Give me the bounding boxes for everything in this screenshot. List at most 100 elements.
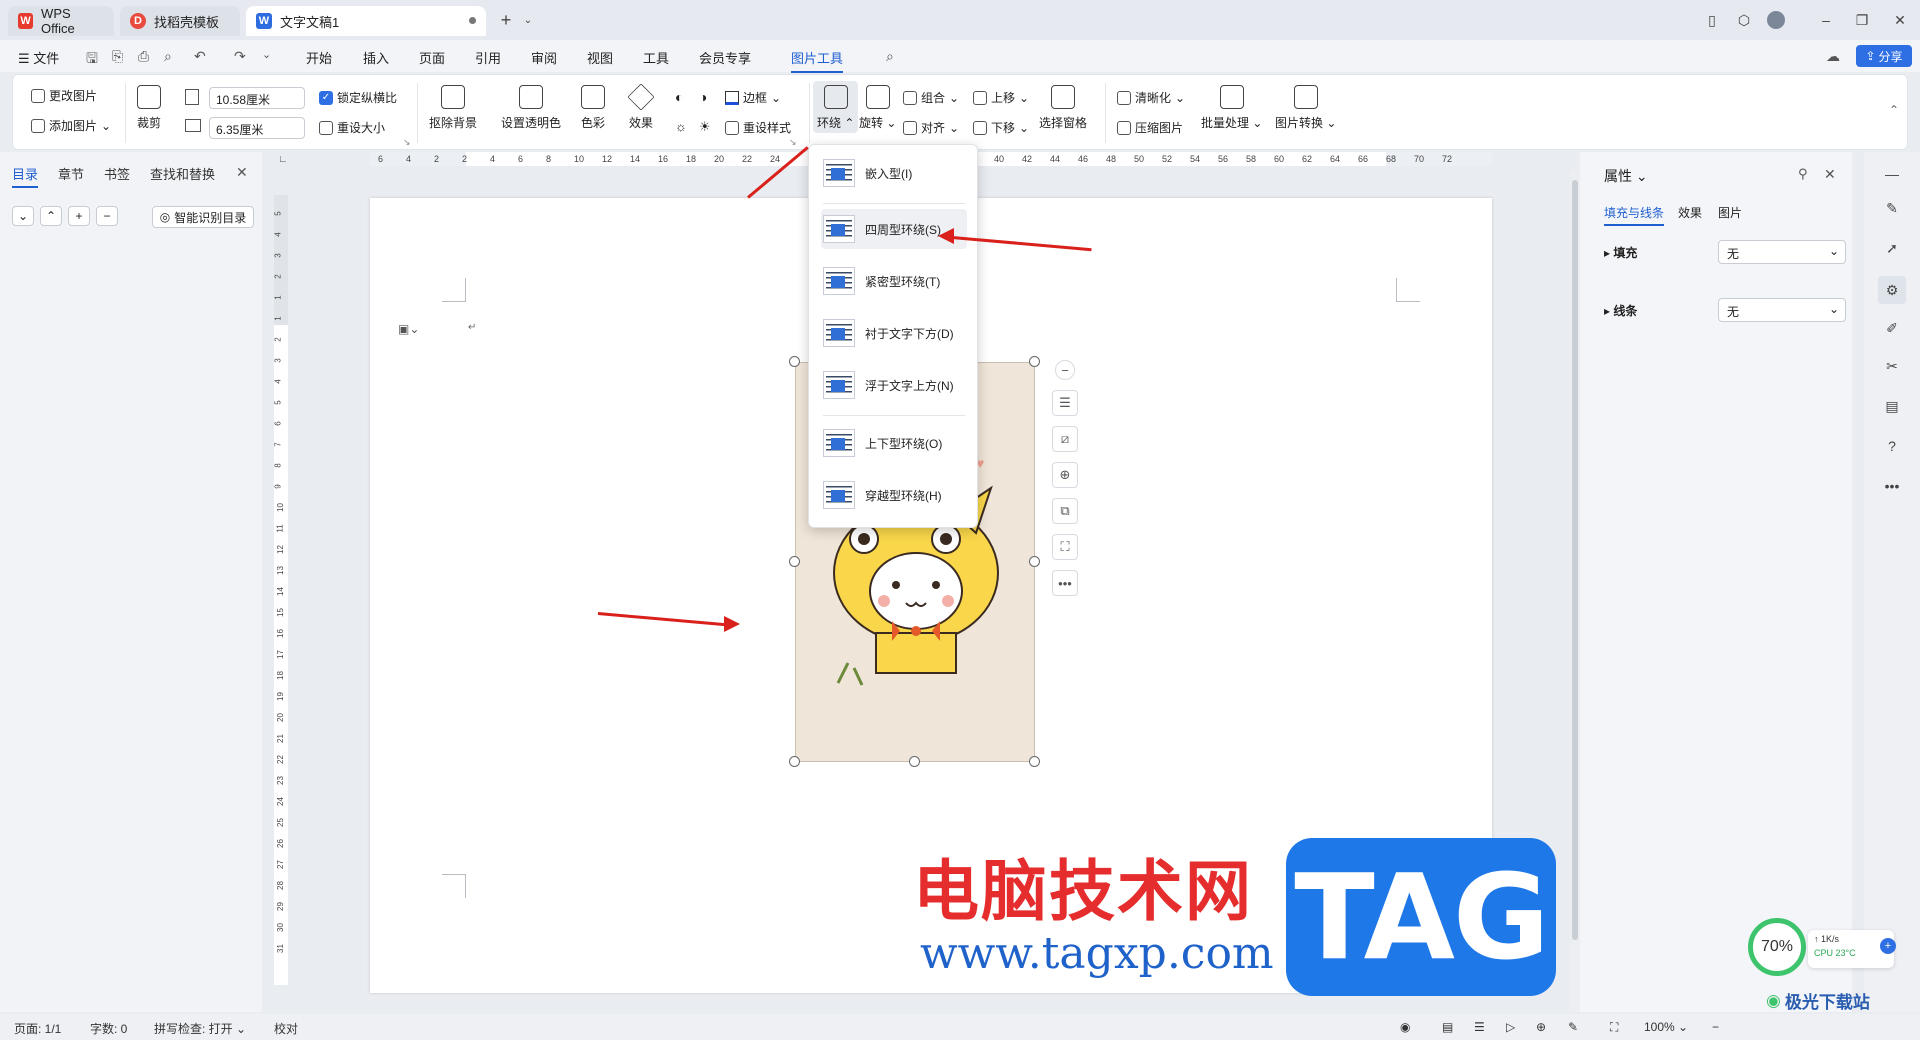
align-button[interactable]: 对齐 ⌄ — [903, 119, 959, 136]
more-icon[interactable]: ••• — [1882, 476, 1902, 496]
pin-icon[interactable]: ⚲ — [1798, 166, 1808, 182]
crop-quick-icon[interactable]: ⧄ — [1052, 426, 1078, 452]
copy-icon[interactable]: ⧉ — [1052, 498, 1078, 524]
line-section-toggle[interactable]: ▸ 线条 — [1604, 302, 1637, 319]
menu-insert[interactable]: 插入 — [363, 48, 389, 67]
book-icon[interactable]: ▤ — [1882, 396, 1902, 416]
reset-size-button[interactable]: 重设大小 — [319, 119, 385, 136]
resize-handle-e[interactable] — [1029, 556, 1040, 567]
wrap-button[interactable]: 环绕 ⌃ — [813, 81, 859, 133]
brightness-icon[interactable]: ◐ — [675, 89, 683, 105]
resize-handle-s[interactable] — [909, 756, 920, 767]
file-menu[interactable]: ☰ 文件 — [18, 48, 59, 67]
resize-handle-w[interactable] — [789, 556, 800, 567]
vertical-ruler[interactable]: 5 4 3 2 1 1 2 3 4 5 6 7 8 9 10 11 12 13 14 15 16 17 18 19 20 21 22… — [274, 195, 288, 985]
wrap-top-bottom-item[interactable]: 上下型环绕(O) — [821, 423, 967, 463]
tab-chapters[interactable]: 章节 — [58, 164, 84, 183]
sharpen-button[interactable]: 清晰化 ⌄ — [1117, 89, 1185, 106]
smart-toc-button[interactable]: ◎ 智能识别目录 — [152, 206, 254, 228]
remove-item-button[interactable]: − — [96, 206, 118, 226]
layout-icon[interactable]: ▯ — [1702, 10, 1722, 30]
collapse-toolbar-icon[interactable]: − — [1055, 360, 1075, 380]
menu-member[interactable]: 会员专享 — [699, 48, 751, 67]
crop-button[interactable]: 裁剪 — [137, 85, 161, 131]
print-icon[interactable]: ⎙ — [138, 48, 149, 65]
undo-icon[interactable]: ↶ — [194, 48, 206, 65]
tab-picture[interactable]: 图片 — [1718, 204, 1742, 221]
page-layout-icon[interactable]: ▣⌄ — [398, 322, 419, 336]
close-pane-icon[interactable]: ✕ — [236, 164, 248, 181]
tab-list-chevron-icon[interactable]: ⌄ — [518, 10, 538, 30]
page-view-icon[interactable]: ▤ — [1442, 1020, 1453, 1034]
zoom-level[interactable]: 100% ⌄ — [1644, 1020, 1688, 1034]
layout-options-icon[interactable]: ☰ — [1052, 390, 1078, 416]
fit-icon[interactable]: ⛶ — [1610, 1020, 1618, 1035]
cloud-icon[interactable]: ☁ — [1826, 48, 1840, 65]
bring-forward-button[interactable]: 上移 ⌄ — [973, 89, 1029, 106]
tab-docer-template[interactable]: D 找稻壳模板 — [120, 6, 240, 36]
system-monitor-widget[interactable]: 70% ↑ 1K/s CPU 23°C + — [1748, 918, 1898, 988]
wrap-tight-item[interactable]: 紧密型环绕(T) — [821, 261, 967, 301]
spell-check[interactable]: 拼写检查: 打开 ⌄ — [154, 1020, 246, 1037]
fill-select[interactable]: 无 ⌄ — [1718, 240, 1846, 264]
play-icon[interactable]: ▷ — [1506, 1020, 1515, 1034]
tab-wps-office[interactable]: W WPS Office — [8, 6, 114, 36]
ribbon-expand-icon[interactable]: ↘ — [789, 137, 797, 148]
menu-review[interactable]: 审阅 — [531, 48, 557, 67]
tools-icon[interactable]: ✂ — [1882, 356, 1902, 376]
selection-pane-button[interactable]: 选择窗格 — [1039, 85, 1087, 131]
resize-handle-se[interactable] — [1029, 756, 1040, 767]
search-icon[interactable]: ⌕ — [886, 48, 894, 65]
tab-stop-icon[interactable]: ∟ — [278, 154, 288, 165]
properties-title[interactable]: 属性 ⌄ — [1604, 166, 1648, 186]
more-chevron-icon[interactable]: ⌄ — [262, 48, 271, 61]
box-icon[interactable]: ⬡ — [1734, 10, 1754, 30]
collapse-up-button[interactable]: ⌃ — [40, 206, 62, 226]
ribbon-expand-icon[interactable]: ↘ — [403, 137, 411, 148]
outline-view-icon[interactable]: ☰ — [1474, 1020, 1485, 1034]
send-backward-button[interactable]: 下移 ⌄ — [973, 119, 1029, 136]
scrollbar-thumb[interactable] — [1572, 180, 1578, 940]
rotate-button[interactable]: 旋转 ⌄ — [859, 85, 896, 131]
compress-picture-button[interactable]: 压缩图片 — [1117, 119, 1183, 136]
edit-doc-icon[interactable]: ✐ — [1882, 318, 1902, 338]
contrast-icon[interactable]: ◑ — [699, 89, 707, 105]
proofread[interactable]: 校对 — [274, 1020, 298, 1037]
resize-handle-ne[interactable] — [1029, 356, 1040, 367]
lock-aspect-checkbox[interactable]: ✓ 锁定纵横比 — [319, 89, 397, 106]
zoom-out-icon[interactable]: − — [1712, 1020, 1719, 1034]
avatar[interactable] — [1766, 10, 1786, 30]
eye-icon[interactable]: ◉ — [1400, 1020, 1410, 1034]
wrap-through-item[interactable]: 穿越型环绕(H) — [821, 475, 967, 515]
export-icon[interactable]: ⎘ — [112, 48, 123, 65]
batch-process-button[interactable]: 批量处理 ⌄ — [1201, 85, 1262, 131]
properties-icon[interactable]: ⚙ — [1878, 276, 1906, 304]
ribbon-collapse-icon[interactable]: ⌃ — [1889, 103, 1899, 117]
pen-mode-icon[interactable]: ✎ — [1568, 1020, 1578, 1034]
web-view-icon[interactable]: ⊕ — [1536, 1020, 1546, 1034]
tab-bookmarks[interactable]: 书签 — [104, 164, 130, 183]
menu-picture-tools[interactable]: 图片工具 — [791, 48, 844, 73]
add-picture-button[interactable]: 添加图片 ⌄ — [31, 117, 111, 134]
save-icon[interactable]: 🖫 — [86, 48, 98, 72]
tab-find-replace[interactable]: 查找和替换 — [150, 164, 215, 183]
new-tab-icon[interactable]: + — [496, 10, 516, 30]
wrap-inline-item[interactable]: 嵌入型(I) — [821, 153, 967, 193]
pointer-icon[interactable]: ➚ — [1882, 238, 1902, 258]
print-preview-icon[interactable]: ⌕ — [164, 48, 172, 65]
close-window-icon[interactable]: ✕ — [1890, 10, 1910, 30]
pen-icon[interactable]: ✎ — [1882, 198, 1902, 218]
set-transparent-button[interactable]: 设置透明色 — [501, 85, 561, 131]
restore-icon[interactable]: ❐ — [1852, 10, 1872, 30]
tab-fill-line[interactable]: 填充与线条 — [1604, 204, 1665, 226]
change-picture-button[interactable]: 更改图片 — [31, 87, 97, 104]
expand-down-button[interactable]: ⌄ — [12, 206, 34, 226]
group-button[interactable]: 组合 ⌄ — [903, 89, 959, 106]
help-icon[interactable]: ? — [1882, 436, 1902, 456]
picture-convert-button[interactable]: 图片转换 ⌄ — [1275, 85, 1336, 131]
collapse-icon[interactable]: — — [1882, 164, 1902, 184]
page-count[interactable]: 页面: 1/1 — [14, 1020, 61, 1037]
resize-handle-sw[interactable] — [789, 756, 800, 767]
tab-toc[interactable]: 目录 — [12, 164, 39, 188]
menu-page[interactable]: 页面 — [419, 48, 445, 67]
